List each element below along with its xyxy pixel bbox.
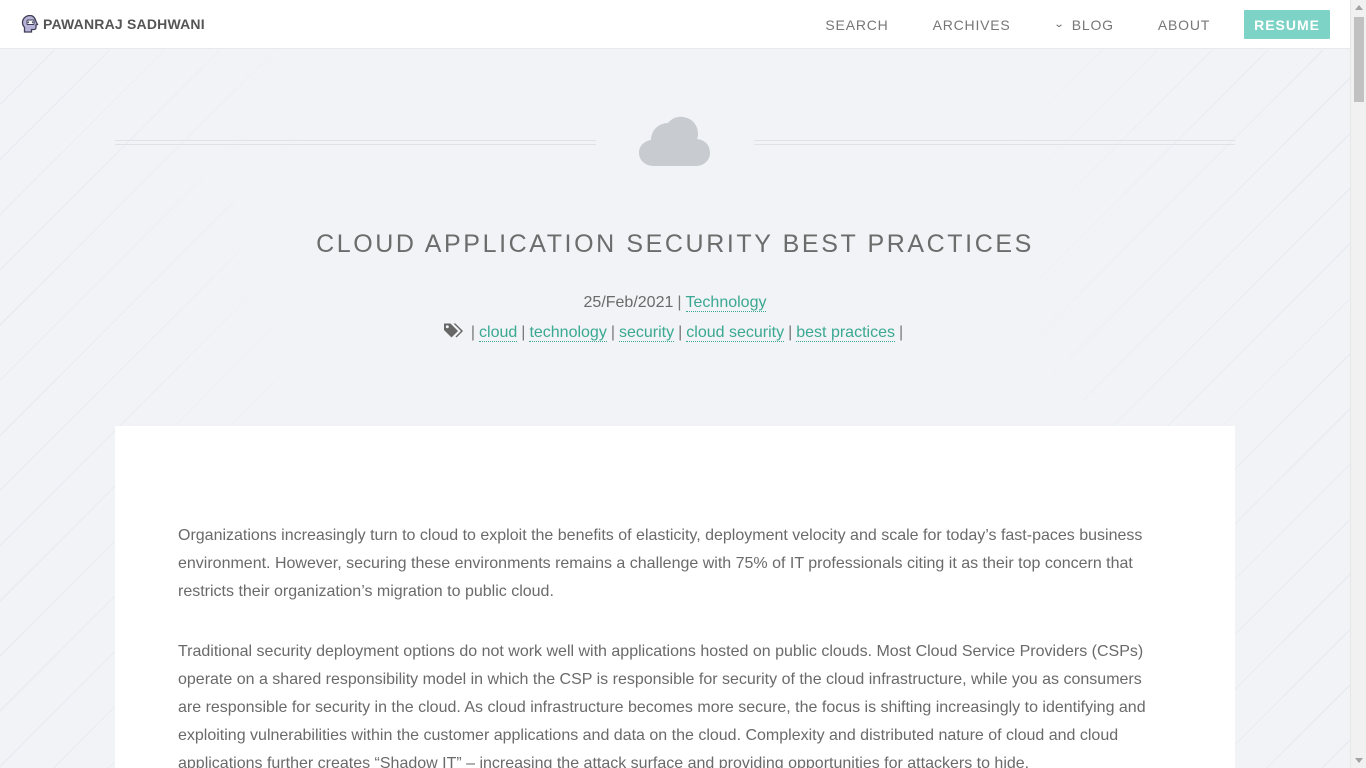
tag-link[interactable]: security [618, 324, 675, 342]
brand-logo-icon [21, 14, 39, 33]
post-date: 25/Feb/2021 [583, 294, 674, 311]
tags-icon [443, 323, 463, 338]
header-divider-right [754, 140, 1235, 145]
brand-name: PAWANRAJ SADHWANI [43, 16, 205, 32]
scrollbar-thumb[interactable] [1354, 17, 1364, 102]
nav-about[interactable]: ABOUT [1158, 17, 1210, 33]
main-nav: SEARCH ARCHIVES ⌄ BLOG ABOUT RESUME [781, 0, 1330, 49]
post-content: Organizations increasingly turn to cloud… [115, 426, 1235, 768]
nav-search[interactable]: SEARCH [825, 17, 888, 33]
chevron-down-icon: ⌄ [1053, 19, 1066, 30]
scroll-up-icon[interactable] [1355, 5, 1363, 10]
top-navbar: PAWANRAJ SADHWANI SEARCH ARCHIVES ⌄ BLOG… [0, 0, 1350, 49]
nav-blog[interactable]: ⌄ BLOG [1053, 16, 1114, 33]
site-brand[interactable]: PAWANRAJ SADHWANI [20, 14, 205, 34]
post-paragraph: Traditional security deployment options … [178, 643, 1146, 768]
resume-button[interactable]: RESUME [1244, 10, 1330, 39]
scroll-down-icon[interactable] [1355, 758, 1363, 763]
post-title: CLOUD APPLICATION SECURITY BEST PRACTICE… [316, 230, 1034, 258]
post-meta: 25/Feb/2021 | Technology [583, 294, 767, 312]
nav-archives[interactable]: ARCHIVES [933, 17, 1011, 33]
post-category-link[interactable]: Technology [685, 294, 767, 312]
tag-link[interactable]: cloud security [686, 324, 785, 342]
tag-link[interactable]: cloud [479, 324, 518, 342]
tag-link[interactable]: technology [529, 324, 607, 342]
post-tags: | cloud | technology | security | cloud securit… [0, 322, 1350, 342]
post-paragraph: Organizations increasingly turn to cloud… [178, 527, 1143, 600]
page-scrollbar[interactable] [1350, 0, 1366, 768]
cloud-icon [639, 116, 710, 166]
header-divider-left [115, 140, 596, 145]
tag-link[interactable]: best practices [796, 324, 895, 342]
nav-blog-label: BLOG [1071, 16, 1114, 33]
